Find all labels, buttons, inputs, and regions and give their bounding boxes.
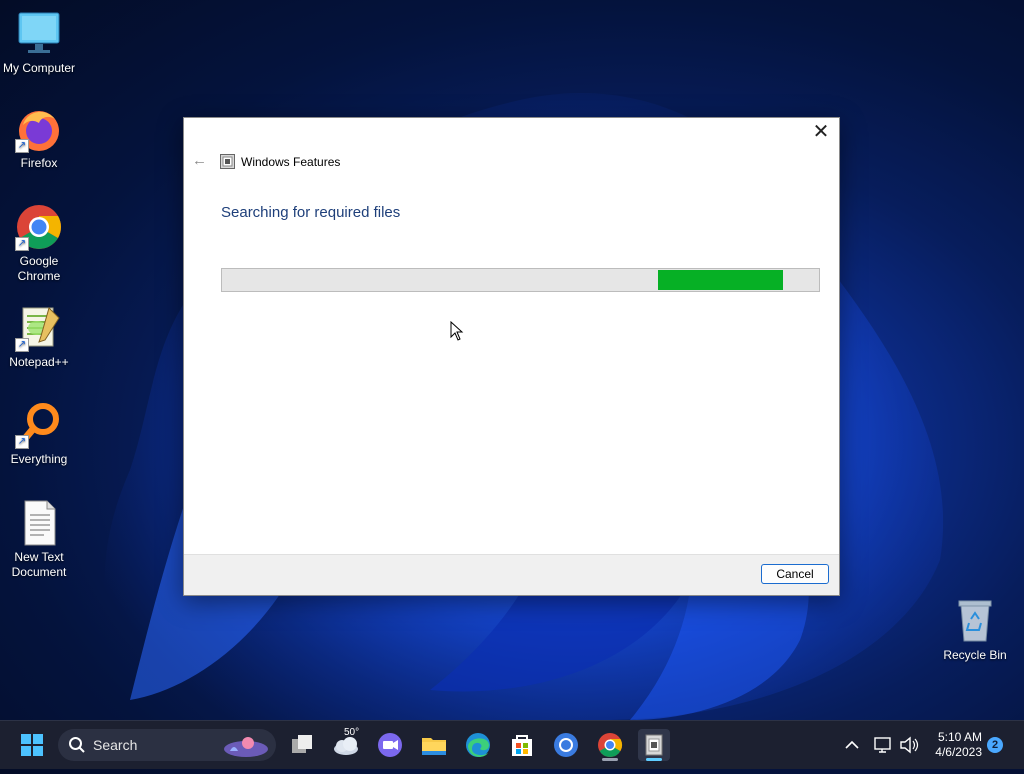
close-icon[interactable]: ✕ — [811, 122, 831, 142]
search-label: Search — [93, 737, 138, 753]
store-icon — [512, 735, 532, 756]
desktop-icon-label: Notepad++ — [9, 355, 69, 369]
store-button[interactable] — [506, 729, 538, 761]
speaker-icon — [900, 736, 919, 754]
text-document-icon — [15, 499, 63, 547]
edge-button[interactable] — [462, 729, 494, 761]
desktop-icon-label: Recycle Bin — [943, 648, 1007, 662]
chrome-icon: ↗ — [15, 203, 63, 251]
taskbar: Search 50° 5:10 AM 4/6/2023 2 — [0, 720, 1024, 769]
search-highlight-icon — [224, 737, 268, 757]
clock-date: 4/6/2023 — [935, 745, 982, 759]
windows-features-taskbar-button[interactable] — [638, 729, 670, 761]
show-hidden-icons-button[interactable] — [842, 721, 862, 769]
shortcut-arrow-icon: ↗ — [15, 139, 29, 153]
desktop-icon-label: Everything — [10, 452, 68, 466]
recycle-bin-icon — [951, 597, 999, 645]
weather-temp: 50° — [344, 727, 360, 738]
windows-features-icon — [220, 154, 235, 169]
shortcut-arrow-icon: ↗ — [15, 435, 29, 449]
taskbar-search[interactable]: Search — [58, 729, 276, 761]
chevron-up-icon — [845, 740, 859, 749]
meet-button[interactable] — [374, 729, 406, 761]
desktop-icon-label: Firefox — [20, 156, 58, 170]
desktop-icon-firefox[interactable]: ↗ Firefox — [0, 105, 78, 171]
start-button[interactable] — [16, 729, 48, 761]
running-indicator-active — [646, 758, 662, 761]
chrome-icon — [598, 733, 623, 758]
dialog-title: Windows Features — [241, 155, 341, 169]
search-icon — [69, 737, 85, 753]
network-icon — [874, 737, 891, 753]
windows-features-dialog: ✕ ← Windows Features Searching for requi… — [183, 117, 840, 596]
desktop-icon-label: New Text Document — [11, 550, 67, 579]
firefox-icon: ↗ — [15, 105, 63, 153]
chrome-alt-button[interactable] — [550, 729, 582, 761]
running-indicator — [602, 758, 618, 761]
notepadpp-icon: ↗ — [15, 304, 63, 352]
file-explorer-icon — [422, 738, 446, 755]
desktop-icon-recycle-bin[interactable]: Recycle Bin — [936, 597, 1014, 663]
cancel-button[interactable]: Cancel — [761, 564, 829, 584]
shortcut-arrow-icon: ↗ — [15, 338, 29, 352]
network-button[interactable] — [872, 721, 894, 769]
desktop-icon-label: Google Chrome — [17, 254, 61, 283]
desktop-icon-everything[interactable]: ↗ Everything — [0, 401, 78, 467]
chrome-button[interactable] — [594, 729, 626, 761]
windows-logo-icon — [21, 734, 43, 756]
mouse-cursor-icon — [450, 321, 464, 341]
status-heading: Searching for required files — [221, 204, 401, 221]
dialog-footer: Cancel — [184, 554, 839, 595]
volume-button[interactable] — [898, 721, 920, 769]
notification-badge[interactable]: 2 — [987, 737, 1003, 753]
meet-icon — [378, 733, 402, 757]
chrome-alt-icon — [554, 733, 578, 757]
desktop-icon-my-computer[interactable]: My Computer — [0, 10, 78, 76]
taskbar-clock[interactable]: 5:10 AM 4/6/2023 — [935, 730, 982, 760]
file-explorer-button[interactable] — [418, 729, 450, 761]
progress-bar — [221, 268, 820, 292]
shortcut-arrow-icon: ↗ — [15, 237, 29, 251]
task-view-button[interactable] — [286, 729, 318, 761]
task-view-icon — [292, 735, 312, 753]
monitor-icon — [15, 10, 63, 58]
desktop-icon-label: My Computer — [2, 61, 76, 75]
clock-time: 5:10 AM — [937, 730, 982, 744]
back-arrow-icon[interactable]: ← — [192, 153, 207, 168]
windows-features-icon — [645, 734, 663, 756]
weather-widget[interactable]: 50° — [330, 727, 362, 761]
everything-search-icon: ↗ — [15, 401, 63, 449]
desktop-icon-notepadpp[interactable]: ↗ Notepad++ — [0, 304, 78, 370]
progress-bar-fill — [658, 270, 783, 290]
desktop-icon-chrome[interactable]: ↗ Google Chrome — [0, 203, 78, 284]
desktop-icon-new-text-document[interactable]: New Text Document — [0, 499, 78, 580]
edge-icon — [466, 733, 490, 757]
